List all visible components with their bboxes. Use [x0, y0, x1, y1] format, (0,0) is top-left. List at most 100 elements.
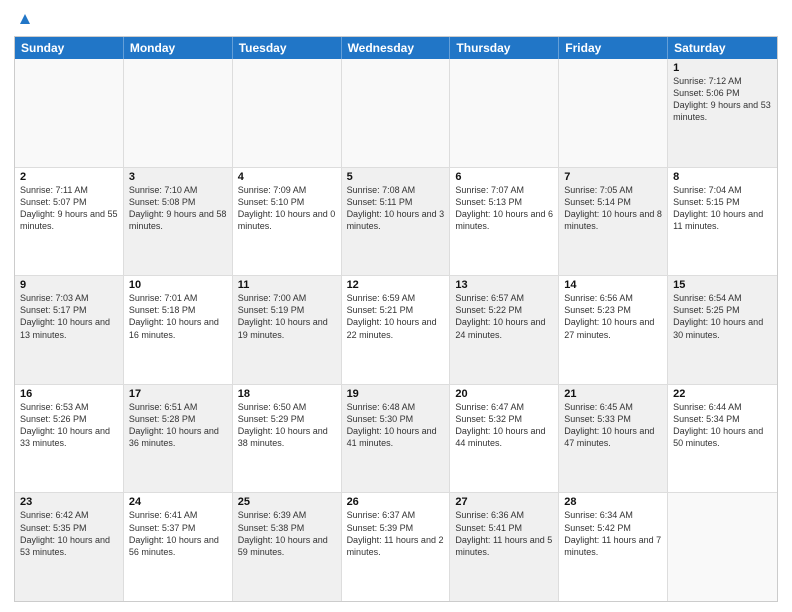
day-info: Sunrise: 7:00 AM Sunset: 5:19 PM Dayligh… — [238, 292, 336, 341]
day-number: 8 — [673, 171, 772, 183]
day-info: Sunrise: 6:45 AM Sunset: 5:33 PM Dayligh… — [564, 401, 662, 450]
calendar-week-row: 23Sunrise: 6:42 AM Sunset: 5:35 PM Dayli… — [15, 493, 777, 601]
calendar-cell — [15, 59, 124, 167]
calendar-cell: 27Sunrise: 6:36 AM Sunset: 5:41 PM Dayli… — [450, 493, 559, 601]
day-info: Sunrise: 6:42 AM Sunset: 5:35 PM Dayligh… — [20, 509, 118, 558]
day-info: Sunrise: 7:10 AM Sunset: 5:08 PM Dayligh… — [129, 184, 227, 233]
calendar-cell — [668, 493, 777, 601]
calendar-cell: 12Sunrise: 6:59 AM Sunset: 5:21 PM Dayli… — [342, 276, 451, 384]
day-number: 7 — [564, 171, 662, 183]
day-number: 19 — [347, 388, 445, 400]
calendar-cell: 3Sunrise: 7:10 AM Sunset: 5:08 PM Daylig… — [124, 168, 233, 276]
day-number: 10 — [129, 279, 227, 291]
calendar-cell: 17Sunrise: 6:51 AM Sunset: 5:28 PM Dayli… — [124, 385, 233, 493]
day-info: Sunrise: 7:05 AM Sunset: 5:14 PM Dayligh… — [564, 184, 662, 233]
calendar-header: SundayMondayTuesdayWednesdayThursdayFrid… — [15, 37, 777, 59]
day-number: 9 — [20, 279, 118, 291]
day-info: Sunrise: 7:08 AM Sunset: 5:11 PM Dayligh… — [347, 184, 445, 233]
day-info: Sunrise: 6:47 AM Sunset: 5:32 PM Dayligh… — [455, 401, 553, 450]
day-number: 25 — [238, 496, 336, 508]
day-info: Sunrise: 6:56 AM Sunset: 5:23 PM Dayligh… — [564, 292, 662, 341]
calendar-cell: 15Sunrise: 6:54 AM Sunset: 5:25 PM Dayli… — [668, 276, 777, 384]
day-number: 3 — [129, 171, 227, 183]
weekday-header: Thursday — [450, 37, 559, 59]
weekday-header: Monday — [124, 37, 233, 59]
calendar-cell: 19Sunrise: 6:48 AM Sunset: 5:30 PM Dayli… — [342, 385, 451, 493]
calendar-cell — [342, 59, 451, 167]
day-number: 11 — [238, 279, 336, 291]
header — [14, 10, 778, 30]
calendar: SundayMondayTuesdayWednesdayThursdayFrid… — [14, 36, 778, 602]
day-number: 23 — [20, 496, 118, 508]
weekday-header: Saturday — [668, 37, 777, 59]
calendar-cell — [233, 59, 342, 167]
calendar-cell: 24Sunrise: 6:41 AM Sunset: 5:37 PM Dayli… — [124, 493, 233, 601]
day-info: Sunrise: 7:07 AM Sunset: 5:13 PM Dayligh… — [455, 184, 553, 233]
day-info: Sunrise: 6:37 AM Sunset: 5:39 PM Dayligh… — [347, 509, 445, 558]
day-number: 6 — [455, 171, 553, 183]
day-info: Sunrise: 6:54 AM Sunset: 5:25 PM Dayligh… — [673, 292, 772, 341]
day-number: 24 — [129, 496, 227, 508]
weekday-header: Friday — [559, 37, 668, 59]
calendar-cell: 5Sunrise: 7:08 AM Sunset: 5:11 PM Daylig… — [342, 168, 451, 276]
day-number: 17 — [129, 388, 227, 400]
calendar-cell: 25Sunrise: 6:39 AM Sunset: 5:38 PM Dayli… — [233, 493, 342, 601]
day-number: 26 — [347, 496, 445, 508]
day-info: Sunrise: 6:41 AM Sunset: 5:37 PM Dayligh… — [129, 509, 227, 558]
logo — [14, 10, 34, 30]
calendar-cell: 21Sunrise: 6:45 AM Sunset: 5:33 PM Dayli… — [559, 385, 668, 493]
day-info: Sunrise: 7:04 AM Sunset: 5:15 PM Dayligh… — [673, 184, 772, 233]
calendar-cell — [124, 59, 233, 167]
day-number: 22 — [673, 388, 772, 400]
day-number: 12 — [347, 279, 445, 291]
day-number: 1 — [673, 62, 772, 74]
calendar-cell: 28Sunrise: 6:34 AM Sunset: 5:42 PM Dayli… — [559, 493, 668, 601]
day-info: Sunrise: 7:01 AM Sunset: 5:18 PM Dayligh… — [129, 292, 227, 341]
calendar-cell: 11Sunrise: 7:00 AM Sunset: 5:19 PM Dayli… — [233, 276, 342, 384]
day-info: Sunrise: 6:44 AM Sunset: 5:34 PM Dayligh… — [673, 401, 772, 450]
day-info: Sunrise: 7:12 AM Sunset: 5:06 PM Dayligh… — [673, 75, 772, 124]
calendar-cell — [450, 59, 559, 167]
calendar-cell — [559, 59, 668, 167]
calendar-cell: 7Sunrise: 7:05 AM Sunset: 5:14 PM Daylig… — [559, 168, 668, 276]
calendar-cell: 2Sunrise: 7:11 AM Sunset: 5:07 PM Daylig… — [15, 168, 124, 276]
day-info: Sunrise: 6:36 AM Sunset: 5:41 PM Dayligh… — [455, 509, 553, 558]
day-info: Sunrise: 6:51 AM Sunset: 5:28 PM Dayligh… — [129, 401, 227, 450]
calendar-cell: 18Sunrise: 6:50 AM Sunset: 5:29 PM Dayli… — [233, 385, 342, 493]
day-number: 21 — [564, 388, 662, 400]
day-number: 4 — [238, 171, 336, 183]
calendar-cell: 20Sunrise: 6:47 AM Sunset: 5:32 PM Dayli… — [450, 385, 559, 493]
calendar-week-row: 2Sunrise: 7:11 AM Sunset: 5:07 PM Daylig… — [15, 168, 777, 277]
calendar-cell: 16Sunrise: 6:53 AM Sunset: 5:26 PM Dayli… — [15, 385, 124, 493]
day-info: Sunrise: 7:03 AM Sunset: 5:17 PM Dayligh… — [20, 292, 118, 341]
day-number: 13 — [455, 279, 553, 291]
day-info: Sunrise: 6:53 AM Sunset: 5:26 PM Dayligh… — [20, 401, 118, 450]
calendar-cell: 26Sunrise: 6:37 AM Sunset: 5:39 PM Dayli… — [342, 493, 451, 601]
day-number: 2 — [20, 171, 118, 183]
page: SundayMondayTuesdayWednesdayThursdayFrid… — [0, 0, 792, 612]
day-number: 16 — [20, 388, 118, 400]
day-info: Sunrise: 6:34 AM Sunset: 5:42 PM Dayligh… — [564, 509, 662, 558]
day-number: 15 — [673, 279, 772, 291]
day-info: Sunrise: 6:57 AM Sunset: 5:22 PM Dayligh… — [455, 292, 553, 341]
calendar-cell: 22Sunrise: 6:44 AM Sunset: 5:34 PM Dayli… — [668, 385, 777, 493]
day-info: Sunrise: 7:09 AM Sunset: 5:10 PM Dayligh… — [238, 184, 336, 233]
day-number: 5 — [347, 171, 445, 183]
weekday-header: Wednesday — [342, 37, 451, 59]
calendar-week-row: 1Sunrise: 7:12 AM Sunset: 5:06 PM Daylig… — [15, 59, 777, 168]
day-info: Sunrise: 6:48 AM Sunset: 5:30 PM Dayligh… — [347, 401, 445, 450]
calendar-cell: 8Sunrise: 7:04 AM Sunset: 5:15 PM Daylig… — [668, 168, 777, 276]
calendar-week-row: 9Sunrise: 7:03 AM Sunset: 5:17 PM Daylig… — [15, 276, 777, 385]
weekday-header: Sunday — [15, 37, 124, 59]
calendar-cell: 9Sunrise: 7:03 AM Sunset: 5:17 PM Daylig… — [15, 276, 124, 384]
weekday-header: Tuesday — [233, 37, 342, 59]
calendar-body: 1Sunrise: 7:12 AM Sunset: 5:06 PM Daylig… — [15, 59, 777, 601]
day-info: Sunrise: 7:11 AM Sunset: 5:07 PM Dayligh… — [20, 184, 118, 233]
day-info: Sunrise: 6:50 AM Sunset: 5:29 PM Dayligh… — [238, 401, 336, 450]
day-number: 20 — [455, 388, 553, 400]
day-info: Sunrise: 6:39 AM Sunset: 5:38 PM Dayligh… — [238, 509, 336, 558]
logo-icon — [16, 10, 34, 28]
day-info: Sunrise: 6:59 AM Sunset: 5:21 PM Dayligh… — [347, 292, 445, 341]
calendar-cell: 4Sunrise: 7:09 AM Sunset: 5:10 PM Daylig… — [233, 168, 342, 276]
calendar-cell: 6Sunrise: 7:07 AM Sunset: 5:13 PM Daylig… — [450, 168, 559, 276]
